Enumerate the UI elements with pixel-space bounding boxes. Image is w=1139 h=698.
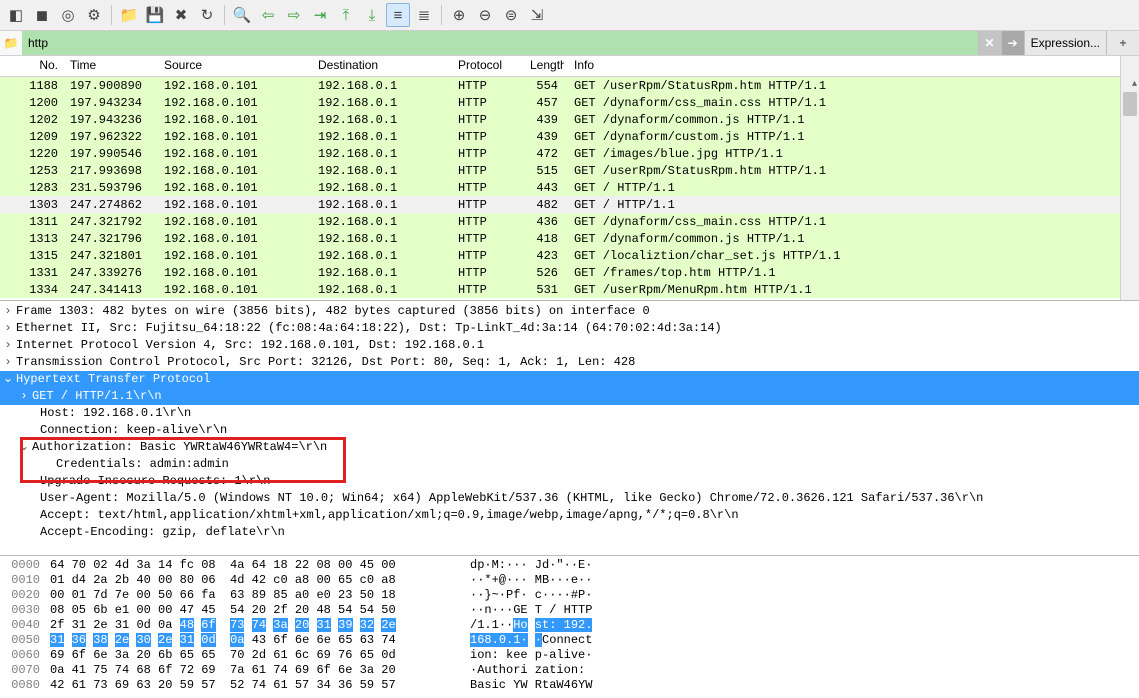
reload-icon[interactable]: ↻: [195, 3, 219, 27]
table-row[interactable]: 1209197.962322192.168.0.101192.168.0.1HT…: [0, 128, 1120, 145]
detail-ip[interactable]: ›Internet Protocol Version 4, Src: 192.1…: [0, 337, 1139, 354]
detail-auth[interactable]: ⌄Authorization: Basic YWRtaW46YWRtaW4=\r…: [0, 439, 1139, 456]
zoom-in-icon[interactable]: ⊕: [447, 3, 471, 27]
expression-button[interactable]: Expression...: [1024, 31, 1106, 55]
table-row[interactable]: 1303247.274862192.168.0.101192.168.0.1HT…: [0, 196, 1120, 213]
hex-row[interactable]: 000064 70 02 4d 3a 14 fc 08 4a 64 18 22 …: [0, 558, 1139, 573]
packet-rows[interactable]: 1188197.900890192.168.0.101192.168.0.1HT…: [0, 77, 1120, 300]
display-filter-input[interactable]: [22, 31, 978, 55]
table-row[interactable]: 1220197.990546192.168.0.101192.168.0.1HT…: [0, 145, 1120, 162]
autoscroll-icon[interactable]: ≡: [386, 3, 410, 27]
col-proto[interactable]: Protocol: [452, 56, 524, 76]
detail-get[interactable]: ›GET / HTTP/1.1\r\n: [0, 388, 1139, 405]
detail-frame[interactable]: ›Frame 1303: 482 bytes on wire (3856 bit…: [0, 303, 1139, 320]
main-toolbar: ◧ ◼ ◎ ⚙ 📁 💾 ✖ ↻ 🔍 ⇦ ⇨ ⇥ ⤒ ⤓ ≡ ≣ ⊕ ⊖ ⊜ ⇲: [0, 0, 1139, 31]
col-no[interactable]: No.: [0, 56, 64, 76]
col-info[interactable]: Info: [564, 56, 1120, 76]
toolbar-separator: [224, 5, 225, 25]
detail-upgrade[interactable]: Upgrade-Insecure-Requests: 1\r\n: [0, 473, 1139, 490]
stop-icon[interactable]: ◼: [30, 3, 54, 27]
col-src[interactable]: Source: [158, 56, 312, 76]
table-row[interactable]: 1331247.339276192.168.0.101192.168.0.1HT…: [0, 264, 1120, 281]
detail-tcp[interactable]: ›Transmission Control Protocol, Src Port…: [0, 354, 1139, 371]
save-icon[interactable]: 💾: [143, 3, 167, 27]
table-row[interactable]: 1313247.321796192.168.0.101192.168.0.1HT…: [0, 230, 1120, 247]
detail-ua[interactable]: User-Agent: Mozilla/5.0 (Windows NT 10.0…: [0, 490, 1139, 507]
go-back-icon[interactable]: ⇦: [256, 3, 280, 27]
zoom-reset-icon[interactable]: ⊜: [499, 3, 523, 27]
go-forward-icon[interactable]: ⇨: [282, 3, 306, 27]
hex-row[interactable]: 002000 01 7d 7e 00 50 66 fa 63 89 85 a0 …: [0, 588, 1139, 603]
open-icon[interactable]: 📁: [117, 3, 141, 27]
scrollbar[interactable]: ▴: [1120, 56, 1139, 300]
packet-details-pane[interactable]: ›Frame 1303: 482 bytes on wire (3856 bit…: [0, 301, 1139, 556]
table-row[interactable]: 1315247.321801192.168.0.101192.168.0.1HT…: [0, 247, 1120, 264]
target-icon[interactable]: ◎: [56, 3, 80, 27]
scroll-up-icon[interactable]: ▴: [1132, 78, 1137, 89]
packet-list-pane: No. Time Source Destination Protocol Len…: [0, 56, 1139, 301]
toolbar-separator: [441, 5, 442, 25]
autoscroll2-icon[interactable]: ≣: [412, 3, 436, 27]
hex-row[interactable]: 001001 d4 2a 2b 40 00 80 06 4d 42 c0 a8 …: [0, 573, 1139, 588]
table-row[interactable]: 1253217.993698192.168.0.101192.168.0.1HT…: [0, 162, 1120, 179]
detail-host[interactable]: Host: 192.168.0.1\r\n: [0, 405, 1139, 422]
find-icon[interactable]: 🔍: [230, 3, 254, 27]
detail-accenc[interactable]: Accept-Encoding: gzip, deflate\r\n: [0, 524, 1139, 541]
detail-accept[interactable]: Accept: text/html,application/xhtml+xml,…: [0, 507, 1139, 524]
detail-http[interactable]: ⌄Hypertext Transfer Protocol: [0, 371, 1139, 388]
col-time[interactable]: Time: [64, 56, 158, 76]
hex-row[interactable]: 006069 6f 6e 3a 20 6b 65 65 70 2d 61 6c …: [0, 648, 1139, 663]
col-len[interactable]: Length: [524, 56, 564, 76]
detail-conn[interactable]: Connection: keep-alive\r\n: [0, 422, 1139, 439]
detail-credentials[interactable]: Credentials: admin:admin: [0, 456, 1139, 473]
table-row[interactable]: 1200197.943234192.168.0.101192.168.0.1HT…: [0, 94, 1120, 111]
detail-eth[interactable]: ›Ethernet II, Src: Fujitsu_64:18:22 (fc:…: [0, 320, 1139, 337]
scroll-thumb[interactable]: [1123, 92, 1137, 116]
table-row[interactable]: 1202197.943236192.168.0.101192.168.0.1HT…: [0, 111, 1120, 128]
clear-filter-button[interactable]: ✕: [978, 31, 1001, 55]
color-tool-icon[interactable]: ◧: [4, 3, 28, 27]
table-row[interactable]: 1334247.341413192.168.0.101192.168.0.1HT…: [0, 281, 1120, 298]
table-row[interactable]: 1188197.900890192.168.0.101192.168.0.1HT…: [0, 77, 1120, 94]
gear-icon[interactable]: ⚙: [82, 3, 106, 27]
hex-row[interactable]: 008042 61 73 69 63 20 59 57 52 74 61 57 …: [0, 678, 1139, 693]
table-row[interactable]: 1311247.321792192.168.0.101192.168.0.1HT…: [0, 213, 1120, 230]
hex-row[interactable]: 00402f 31 2e 31 0d 0a 48 6f 73 74 3a 20 …: [0, 618, 1139, 633]
column-headers[interactable]: No. Time Source Destination Protocol Len…: [0, 56, 1120, 77]
hex-row[interactable]: 00700a 41 75 74 68 6f 72 69 7a 61 74 69 …: [0, 663, 1139, 678]
go-last-icon[interactable]: ⤓: [360, 3, 384, 27]
jump-icon[interactable]: ⇥: [308, 3, 332, 27]
add-filter-button[interactable]: +: [1106, 31, 1139, 55]
hex-dump-pane[interactable]: 000064 70 02 4d 3a 14 fc 08 4a 64 18 22 …: [0, 556, 1139, 698]
col-dst[interactable]: Destination: [312, 56, 452, 76]
close-doc-icon[interactable]: ✖: [169, 3, 193, 27]
hex-row[interactable]: 003008 05 6b e1 00 00 47 45 54 20 2f 20 …: [0, 603, 1139, 618]
toolbar-separator: [111, 5, 112, 25]
bookmark-icon[interactable]: 📁: [0, 31, 22, 55]
filter-bar: 📁 ✕ ➔ Expression... +: [0, 31, 1139, 56]
table-row[interactable]: 1283231.593796192.168.0.101192.168.0.1HT…: [0, 179, 1120, 196]
apply-filter-button[interactable]: ➔: [1001, 31, 1024, 55]
hex-row[interactable]: 005031 36 38 2e 30 2e 31 0d 0a 43 6f 6e …: [0, 633, 1139, 648]
resize-cols-icon[interactable]: ⇲: [525, 3, 549, 27]
zoom-out-icon[interactable]: ⊖: [473, 3, 497, 27]
go-first-icon[interactable]: ⤒: [334, 3, 358, 27]
